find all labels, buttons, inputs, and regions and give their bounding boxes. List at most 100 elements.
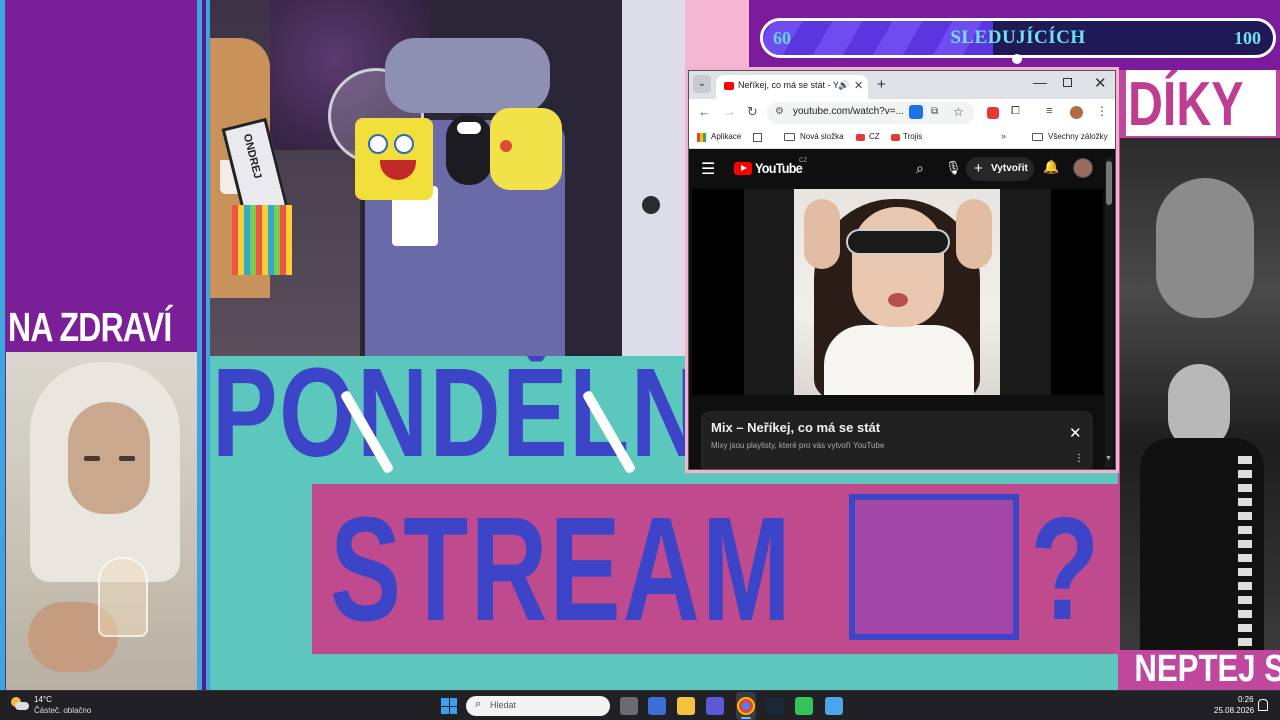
weather-icon[interactable] bbox=[11, 697, 29, 711]
stream-title: STREAM bbox=[330, 487, 793, 652]
weather-description[interactable]: Částeč. oblačno bbox=[34, 706, 91, 715]
reload-icon[interactable]: ↻ bbox=[747, 104, 758, 120]
notifications-bell-icon[interactable]: 🔔 bbox=[1043, 159, 1059, 175]
clock-time[interactable]: 0:26 bbox=[1238, 695, 1254, 704]
notification-bell-icon[interactable] bbox=[1258, 699, 1268, 711]
cast-icon[interactable]: ⧉ bbox=[931, 106, 938, 117]
apps-icon bbox=[697, 133, 706, 142]
search-icon[interactable]: ⌕ bbox=[916, 160, 924, 177]
teams-icon[interactable] bbox=[706, 697, 724, 715]
scroll-down-arrow-icon[interactable]: ▼ bbox=[1105, 455, 1112, 462]
task-view-icon[interactable] bbox=[620, 697, 638, 715]
file-explorer-icon[interactable] bbox=[677, 697, 695, 715]
speaker-icon[interactable]: 🔊 bbox=[838, 80, 849, 91]
bookmark-all[interactable]: Všechny záložky bbox=[1048, 132, 1108, 141]
translate-icon[interactable] bbox=[909, 105, 923, 119]
more-bookmarks-icon[interactable]: » bbox=[1001, 131, 1006, 141]
video-frame[interactable] bbox=[794, 189, 1000, 395]
steam-icon[interactable] bbox=[766, 697, 784, 715]
tab-title: Neříkej, co má se stát - You bbox=[738, 80, 838, 90]
neptej-se-label: NEPTEJ SE bbox=[1134, 648, 1280, 690]
stream-overlay: NA ZDRAVÍ ONDREJ PONDĚLNÍ STREAM ? SLEDU… bbox=[0, 0, 1280, 720]
app-icon[interactable] bbox=[825, 697, 843, 715]
start-icon[interactable] bbox=[441, 698, 457, 714]
follower-goal-marker bbox=[1012, 54, 1022, 64]
chrome-icon[interactable] bbox=[737, 697, 755, 715]
bookmark-trojis[interactable]: Trojis bbox=[903, 132, 922, 141]
room-cam: ONDREJ bbox=[210, 0, 685, 356]
tab-close-icon[interactable]: ✕ bbox=[854, 79, 863, 92]
reading-list-icon[interactable]: ≡ bbox=[1046, 105, 1052, 117]
eye bbox=[84, 456, 100, 461]
hand bbox=[956, 199, 992, 269]
facecam bbox=[6, 352, 197, 690]
diky-box: DÍKY bbox=[1126, 70, 1276, 136]
address-bar[interactable]: ⚙ youtube.com/watch?v=... ⧉ ☆ bbox=[767, 102, 975, 124]
widgets-icon[interactable] bbox=[648, 697, 666, 715]
window-close-button[interactable]: ✕ bbox=[1094, 74, 1107, 92]
profile-avatar[interactable] bbox=[1070, 106, 1083, 119]
extension-icon[interactable] bbox=[987, 107, 999, 119]
tab-youtube[interactable]: Neříkej, co má se stát - You 🔊 ✕ bbox=[716, 75, 868, 99]
hand bbox=[804, 199, 840, 269]
lips bbox=[888, 293, 908, 307]
follower-goal-max: 100 bbox=[1234, 28, 1261, 48]
bookmark-nova-slozka[interactable]: Nová složka bbox=[800, 132, 844, 141]
stream-banner: STREAM ? bbox=[312, 484, 1118, 654]
diky-label: DÍKY bbox=[1128, 70, 1244, 139]
tab-search-button[interactable]: ⌄ bbox=[693, 75, 711, 93]
create-label: Vytvořit bbox=[991, 163, 1028, 174]
mix-title[interactable]: Mix – Neříkej, co má se stát bbox=[711, 420, 880, 435]
forward-arrow-icon[interactable]: → bbox=[723, 104, 736, 119]
youtube-page: ☰ YouTube CZ ⌕ 🎙 + Vytvořit 🔔 ▼ Mix – Ne… bbox=[689, 149, 1115, 469]
maximize-button[interactable] bbox=[1063, 78, 1072, 87]
clock-date[interactable]: 25.08.2026 bbox=[1214, 706, 1254, 715]
start-icon-pane bbox=[449, 706, 457, 714]
youtube-logo-text[interactable]: YouTube bbox=[755, 160, 803, 176]
video-letterbox bbox=[692, 189, 744, 395]
extensions-puzzle-icon[interactable]: ⧠ bbox=[1011, 105, 1020, 118]
bookmark-apps[interactable]: Aplikace bbox=[711, 132, 741, 141]
books bbox=[232, 205, 292, 275]
photo-head bbox=[1156, 178, 1254, 318]
create-button[interactable]: + Vytvořit bbox=[966, 157, 1034, 181]
microphone-icon[interactable]: 🎙 bbox=[945, 160, 962, 176]
na-zdravi-label: NA ZDRAVÍ bbox=[8, 304, 172, 350]
minimize-button[interactable]: — bbox=[1033, 74, 1047, 90]
browser-window[interactable]: ⌄ Neříkej, co má se stát - You 🔊 ✕ + — ✕… bbox=[688, 70, 1116, 470]
face bbox=[852, 207, 944, 327]
jacket-stripe bbox=[1238, 456, 1252, 646]
url-text[interactable]: youtube.com/watch?v=... bbox=[793, 106, 904, 117]
question-mark: ? bbox=[1030, 487, 1100, 650]
mix-card[interactable]: Mix – Neříkej, co má se stát Mixy jsou p… bbox=[701, 411, 1093, 469]
hamburger-menu-icon[interactable]: ☰ bbox=[701, 159, 715, 179]
pondelni-banner: PONDĚLNÍ bbox=[210, 356, 685, 484]
back-arrow-icon[interactable]: ← bbox=[698, 104, 711, 119]
youtube-avatar[interactable] bbox=[1073, 158, 1093, 178]
grid-icon[interactable] bbox=[753, 133, 762, 142]
new-tab-button[interactable]: + bbox=[877, 76, 886, 93]
bookmarks-bar: Aplikace Nová složka CZ Trojis » Všechny… bbox=[689, 127, 1115, 149]
mix-close-icon[interactable]: ✕ bbox=[1069, 424, 1082, 442]
spongebob-plush bbox=[355, 118, 433, 200]
mix-more-icon[interactable]: ⋮ bbox=[1074, 453, 1084, 464]
bookmark-cz[interactable]: CZ bbox=[869, 132, 880, 141]
weather-temperature[interactable]: 14°C bbox=[34, 695, 52, 704]
start-icon-pane bbox=[441, 706, 449, 714]
mole-eyes bbox=[457, 122, 481, 134]
youtube-bookmark-icon bbox=[891, 134, 900, 141]
bookmark-star-icon[interactable]: ☆ bbox=[953, 105, 964, 119]
plush-eye bbox=[394, 134, 414, 154]
start-icon-pane bbox=[441, 698, 449, 706]
youtube-bookmark-icon bbox=[856, 134, 865, 141]
site-info-icon[interactable]: ⚙ bbox=[775, 106, 784, 117]
taskbar-search-placeholder: Hledat bbox=[490, 700, 517, 710]
mix-subtitle: Mixy jsou playlisty, které pro vás vytvo… bbox=[711, 441, 885, 450]
door bbox=[622, 0, 685, 356]
scrollbar-thumb[interactable] bbox=[1106, 161, 1112, 205]
youtube-logo-icon[interactable] bbox=[734, 162, 752, 175]
browser-menu-icon[interactable]: ⋮ bbox=[1096, 104, 1108, 118]
app-icon[interactable] bbox=[795, 697, 813, 715]
folder-icon bbox=[1032, 133, 1043, 141]
taskbar-search[interactable]: ⌕ Hledat bbox=[466, 696, 610, 716]
